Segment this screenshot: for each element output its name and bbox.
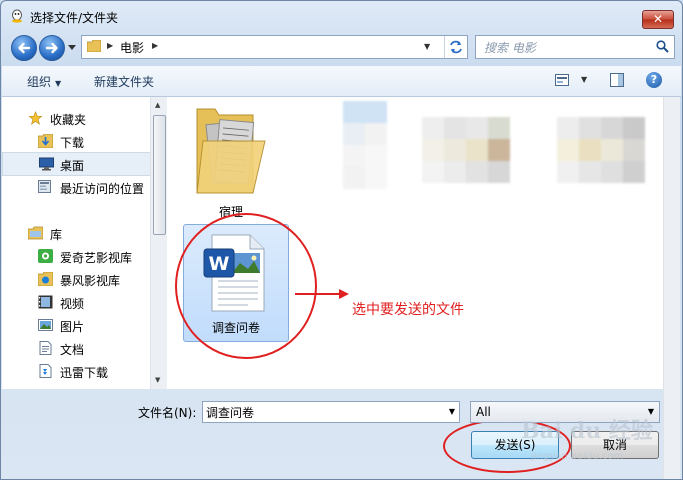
refresh-icon: [450, 40, 462, 54]
filename-label: 文件名(N):: [138, 406, 197, 420]
iqiyi-library-icon: [38, 249, 53, 263]
xunlei-download-icon: [39, 364, 52, 378]
chevron-down-icon: ▼: [55, 79, 62, 88]
annotation-arrow-icon: [295, 289, 349, 299]
breadcrumb-separator-icon[interactable]: ▶: [152, 41, 158, 50]
watermark-url: jingyan.baidu.com: [531, 451, 624, 462]
folder-icon: [87, 40, 101, 52]
chevron-down-icon[interactable]: ▼: [449, 407, 455, 416]
document-icon: [39, 341, 52, 355]
blurred-thumbnail[interactable]: [337, 97, 387, 217]
folder-icon: [196, 108, 266, 194]
file-item-folder[interactable]: 宿理: [187, 97, 287, 219]
forward-arrow-icon: [45, 42, 58, 54]
baofeng-library-icon: [38, 272, 53, 286]
title-bar: 选择文件/文件夹 ✕: [1, 1, 682, 31]
view-mode-icon[interactable]: [555, 74, 569, 86]
watermark: Bai du 经验: [521, 418, 653, 444]
search-placeholder: 搜索 电影: [484, 41, 536, 55]
navigation-bar: ▶ 电影 ▶ ▼ 搜索 电影: [1, 31, 682, 65]
sidebar-item-pictures[interactable]: 图片: [2, 314, 150, 336]
scroll-down-icon[interactable]: ▼: [155, 376, 160, 384]
blurred-thumbnail[interactable]: [557, 117, 667, 207]
recent-pages-dropdown-icon[interactable]: [68, 45, 76, 51]
new-folder-button[interactable]: 新建文件夹: [94, 73, 154, 90]
recent-places-icon: [38, 180, 51, 193]
sidebar-item-baofeng[interactable]: 暴风影视库: [2, 268, 150, 290]
refresh-button[interactable]: [444, 36, 467, 58]
sidebar-scrollbar[interactable]: ▲ ▼: [150, 97, 167, 389]
scroll-up-icon[interactable]: ▲: [155, 101, 160, 109]
command-toolbar: 组织 ▼ 新建文件夹 ▼ ?: [2, 66, 681, 97]
sidebar-item-favorites[interactable]: 收藏夹: [2, 107, 150, 129]
picture-icon: [38, 319, 53, 331]
filename-value[interactable]: 调查问卷: [206, 404, 254, 421]
window-title: 选择文件/文件夹: [30, 11, 119, 25]
sidebar-item-documents[interactable]: 文档: [2, 337, 150, 359]
search-input[interactable]: 搜索 电影: [475, 35, 675, 59]
navigation-pane: 收藏夹 下载 桌面 最近访问的位置 库 爱奇艺影视库 暴风影视库 视频 图片 文…: [2, 97, 167, 389]
scrollbar-thumb[interactable]: [153, 115, 166, 235]
annotation-circle: [175, 213, 317, 359]
breadcrumb-current[interactable]: 电影: [120, 39, 144, 56]
annotation-text: 选中要发送的文件: [352, 302, 464, 318]
organize-menu[interactable]: 组织 ▼: [27, 73, 61, 90]
video-icon: [38, 295, 53, 309]
help-button[interactable]: ?: [646, 72, 662, 88]
back-arrow-icon: [18, 42, 31, 54]
sidebar-item-xunlei[interactable]: 迅雷下载: [2, 360, 150, 382]
address-history-dropdown-icon[interactable]: ▼: [424, 42, 430, 51]
sidebar-item-downloads[interactable]: 下载: [2, 130, 150, 152]
star-icon: [28, 111, 43, 125]
file-type-value[interactable]: All: [476, 405, 491, 419]
preview-pane-icon[interactable]: [610, 73, 624, 87]
address-bar[interactable]: ▶ 电影 ▶ ▼: [81, 35, 468, 59]
sidebar-item-libraries[interactable]: 库: [2, 222, 150, 244]
desktop-icon: [39, 157, 54, 171]
library-icon: [28, 226, 43, 240]
search-icon[interactable]: [656, 40, 669, 53]
close-button[interactable]: ✕: [642, 10, 674, 29]
download-folder-icon: [38, 134, 53, 148]
forward-button[interactable]: [39, 35, 65, 61]
sidebar-item-videos[interactable]: 视频: [2, 291, 150, 313]
app-icon: [12, 9, 22, 23]
view-mode-dropdown-icon[interactable]: ▼: [581, 75, 587, 84]
filename-field[interactable]: 调查问卷 ▼: [202, 401, 460, 423]
sidebar-item-recent-places[interactable]: 最近访问的位置: [2, 176, 150, 198]
back-button[interactable]: [11, 35, 37, 61]
blurred-thumbnail[interactable]: [422, 117, 542, 207]
file-dialog-window: 选择文件/文件夹 ✕ ▶ 电影 ▶ ▼ 搜索 电影 组织 ▼ 新建文件夹 ▼ ?…: [0, 0, 683, 480]
sidebar-item-iqiyi[interactable]: 爱奇艺影视库: [2, 245, 150, 267]
sidebar-item-desktop[interactable]: 桌面: [2, 152, 152, 176]
breadcrumb-separator-icon[interactable]: ▶: [107, 41, 113, 50]
